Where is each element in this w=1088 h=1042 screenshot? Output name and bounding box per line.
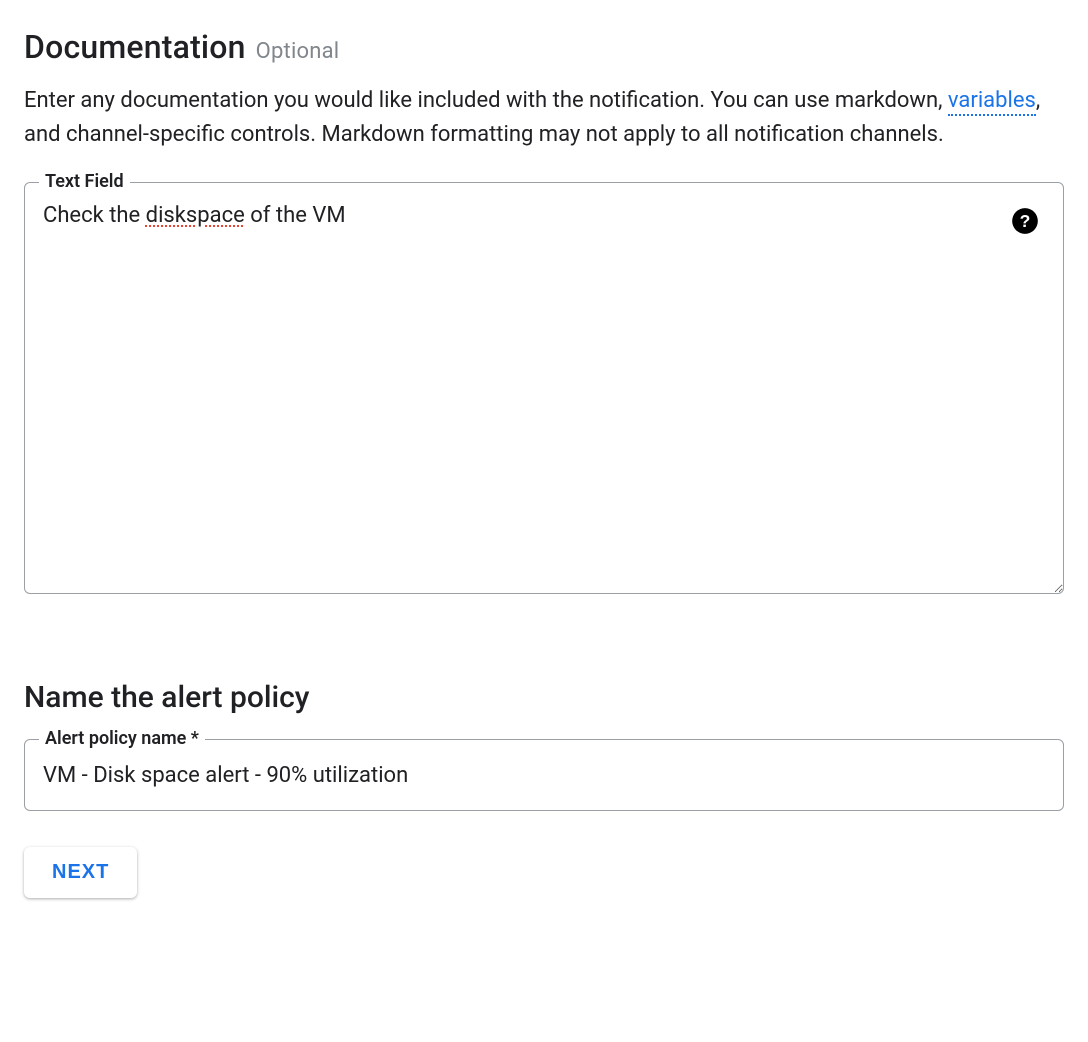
name-policy-heading: Name the alert policy [24, 680, 1064, 715]
description-pre: Enter any documentation you would like i… [24, 88, 948, 113]
alert-policy-name-input[interactable] [25, 740, 1063, 810]
next-button-label: NEXT [52, 861, 109, 884]
documentation-textarea[interactable]: Check the diskspace of the VM [25, 183, 1063, 593]
documentation-description: Enter any documentation you would like i… [24, 84, 1044, 152]
doc-text-pre: Check the [43, 203, 146, 228]
documentation-heading: Documentation Optional [24, 28, 1064, 66]
doc-text-post: of the VM [245, 203, 346, 228]
documentation-textarea-field: Text Field Check the diskspace of the VM… [24, 182, 1064, 594]
text-field-label: Text Field [39, 171, 130, 192]
svg-text:?: ? [1020, 211, 1031, 231]
doc-text-misspelled: diskspace [146, 203, 245, 228]
next-button[interactable]: NEXT [24, 847, 137, 898]
alert-policy-name-field: Alert policy name * [24, 739, 1064, 811]
help-icon[interactable]: ? [1011, 207, 1039, 235]
optional-tag: Optional [256, 39, 340, 64]
alert-policy-name-label: Alert policy name * [39, 728, 205, 749]
documentation-title: Documentation [24, 28, 246, 66]
variables-link[interactable]: variables [948, 88, 1036, 116]
